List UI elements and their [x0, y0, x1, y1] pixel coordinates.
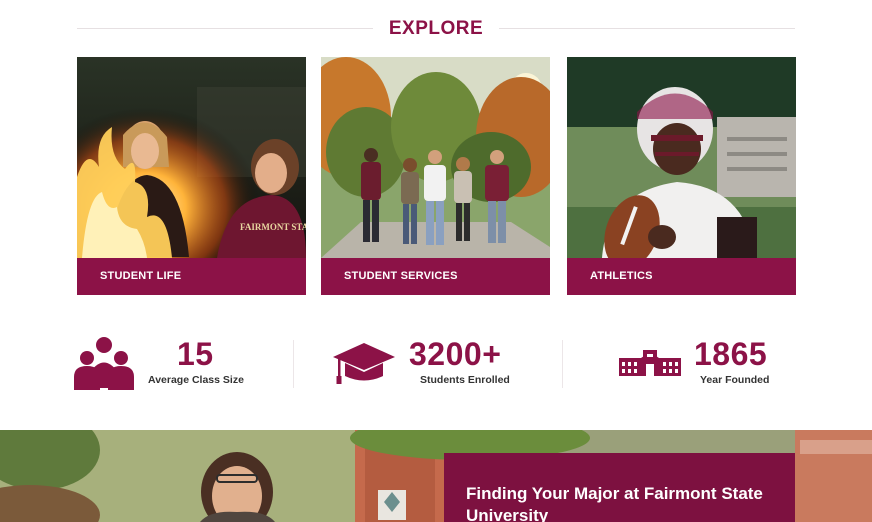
graduation-cap-icon — [333, 343, 395, 384]
stat-caption: Year Founded — [700, 374, 770, 386]
stat-divider — [562, 340, 563, 388]
stat-class-size: 15 Average Class Size — [73, 336, 273, 396]
card-athletics[interactable]: ATHLETICS — [567, 57, 796, 295]
stat-students-enrolled: 3200+ Students Enrolled — [333, 336, 543, 396]
header-rule-right — [499, 28, 795, 29]
sweatshirt-text: FAIRMONT STATE — [240, 222, 306, 232]
stat-value: 1865 — [694, 336, 768, 372]
card-label-bar: ATHLETICS — [567, 258, 796, 295]
stat-divider — [293, 340, 294, 388]
stat-caption: Average Class Size — [148, 374, 244, 386]
card-label: STUDENT SERVICES — [344, 270, 458, 282]
student-life-photo: FAIRMONT STATE — [77, 57, 306, 258]
student-services-photo — [321, 57, 550, 258]
card-label: ATHLETICS — [590, 270, 653, 282]
stat-value: 15 — [177, 336, 214, 372]
card-label-bar: STUDENT SERVICES — [321, 258, 550, 295]
stat-value: 3200+ — [409, 336, 502, 372]
athletics-photo — [567, 57, 796, 258]
explore-header: EXPLORE — [77, 16, 795, 42]
card-student-life[interactable]: FAIRMONT STATE STUDENT LIFE — [77, 57, 306, 295]
people-group-icon — [74, 337, 134, 390]
card-label-bar: STUDENT LIFE — [77, 258, 306, 295]
hero-title: Finding Your Major at Fairmont State Uni… — [466, 484, 763, 522]
major-hero-section: Finding Your Major at Fairmont State Uni… — [0, 430, 872, 522]
hero-panel: Finding Your Major at Fairmont State Uni… — [444, 453, 795, 522]
campus-building-icon — [619, 350, 681, 376]
stat-caption: Students Enrolled — [420, 374, 510, 386]
card-student-services[interactable]: STUDENT SERVICES — [321, 57, 550, 295]
section-title: EXPLORE — [388, 18, 484, 39]
card-label: STUDENT LIFE — [100, 270, 182, 282]
stat-year-founded: 1865 Year Founded — [619, 336, 789, 396]
